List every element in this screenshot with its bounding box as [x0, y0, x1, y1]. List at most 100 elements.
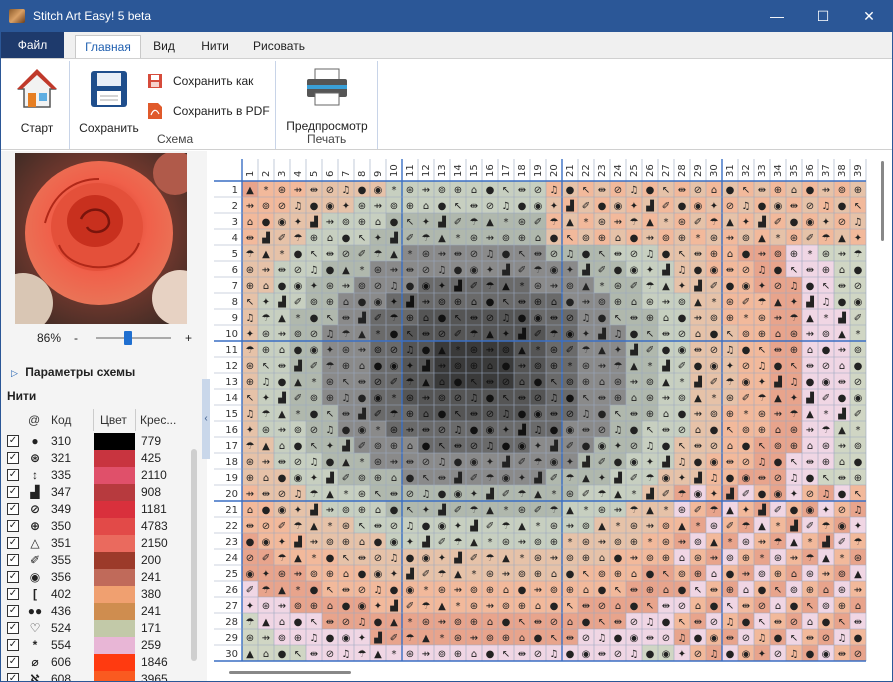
- thread-checkbox[interactable]: ✓: [7, 537, 19, 549]
- zoom-out-button[interactable]: -: [74, 331, 78, 345]
- column-code[interactable]: Код: [51, 413, 71, 427]
- stitch-symbol: ▲: [822, 553, 830, 564]
- close-button[interactable]: ✕: [846, 1, 892, 32]
- save-pdf-button[interactable]: Сохранить в PDF: [147, 103, 271, 121]
- thread-checkbox[interactable]: ✓: [7, 435, 19, 447]
- thread-cross-count: 425: [141, 451, 162, 465]
- row-number-label: 6: [232, 265, 238, 276]
- column-number-label: 22: [581, 164, 592, 177]
- thread-row[interactable]: ✓ ↕ 335 2110: [1, 467, 191, 484]
- save-label: Сохранить: [79, 121, 139, 135]
- thread-checkbox[interactable]: ✓: [7, 554, 19, 566]
- stitch-symbol: ⊛: [582, 361, 590, 372]
- stitch-symbol: ⊛: [470, 601, 478, 612]
- thread-color-swatch: [94, 501, 135, 518]
- start-button[interactable]: Старт: [9, 67, 65, 139]
- thread-row[interactable]: ✓ ♡ 524 171: [1, 620, 191, 637]
- maximize-button[interactable]: ☐: [800, 1, 846, 32]
- thread-checkbox[interactable]: ✓: [7, 503, 19, 515]
- stitch-symbol: ⊚: [838, 185, 846, 196]
- stitch-symbol: ●: [726, 281, 735, 292]
- column-color[interactable]: Цвет: [100, 413, 127, 427]
- tab-threads[interactable]: Нити: [191, 35, 239, 58]
- stitch-symbol: ●: [854, 265, 863, 276]
- column-number-label: 35: [789, 164, 800, 177]
- thread-row[interactable]: ✓ ⌀ 606 1846: [1, 654, 191, 671]
- stitch-grid[interactable]: ▲ * ⊛ ⇸ ⇹ ⊘ ♫ ● ◉ * ⊛ ⇸ ⊚ ⊕ ⌂ ● ↖ ⇹ ⊘ ♫ ● ↖ ⇹ ⊘ ♫ ● ↖ ⇹ ⊘ ⌂ ● ↖ ⇹ ⊕ ⌂ ● ⇸ ⊚ ⊕ ⇸…: [210, 151, 893, 682]
- stitch-symbol: ▲: [790, 537, 798, 548]
- source-image-preview: [15, 153, 187, 324]
- stitch-symbol: ☂: [454, 537, 463, 548]
- thread-row[interactable]: ✓ ⊘ 349 1181: [1, 501, 191, 518]
- stitch-symbol: ⊚: [294, 425, 302, 436]
- stitch-symbol: ♫: [582, 409, 591, 420]
- stitch-symbol: ⊛: [246, 457, 254, 468]
- stitch-symbol: ●: [758, 201, 767, 212]
- save-as-button[interactable]: Сохранить как: [147, 73, 267, 91]
- column-crosses[interactable]: Крес...: [140, 413, 176, 427]
- thread-checkbox[interactable]: ✓: [7, 639, 19, 651]
- stitch-symbol: ↖: [454, 201, 462, 212]
- tab-file[interactable]: Файл: [1, 32, 64, 58]
- thread-row[interactable]: ✓ ●● 436 241: [1, 603, 191, 620]
- stitch-symbol: ●: [326, 457, 335, 468]
- zoom-slider-track[interactable]: [96, 337, 171, 339]
- stitch-symbol: ●: [358, 393, 367, 404]
- stitch-symbol: ●: [374, 537, 383, 548]
- stitch-symbol: ⇹: [438, 473, 446, 484]
- thread-checkbox[interactable]: ✓: [7, 656, 19, 668]
- zoom-in-button[interactable]: +: [185, 331, 192, 345]
- save-button[interactable]: Сохранить: [75, 67, 143, 139]
- threads-scrollbar[interactable]: [191, 449, 197, 661]
- left-panel: 86% - + ▷ Параметры схемы Нити @ Код Цве…: [1, 151, 207, 681]
- row-number-label: 18: [225, 457, 238, 468]
- thread-row[interactable]: ✓ * 554 259: [1, 637, 191, 654]
- minimize-button[interactable]: —: [754, 1, 800, 32]
- thread-row[interactable]: ✓ △ 351 2150: [1, 535, 191, 552]
- stitch-symbol: ✐: [662, 201, 670, 212]
- thread-row[interactable]: ✓ ⊕ 350 4783: [1, 518, 191, 535]
- thread-row[interactable]: ✓ [402 380: [1, 586, 191, 603]
- stitch-symbol: ⊘: [374, 377, 382, 388]
- thread-checkbox[interactable]: ✓: [7, 571, 19, 583]
- canvas-horizontal-scrollbar[interactable]: [229, 671, 351, 674]
- thread-row[interactable]: ✓ ● 310 779: [1, 433, 191, 450]
- thread-checkbox[interactable]: ✓: [7, 452, 19, 464]
- canvas-vertical-scrollbar[interactable]: [881, 161, 884, 241]
- stitch-symbol: ♫: [822, 201, 831, 212]
- thread-checkbox[interactable]: ✓: [7, 673, 19, 681]
- stitch-symbol: ⌂: [695, 601, 701, 612]
- zoom-slider-thumb[interactable]: [124, 331, 132, 345]
- thread-checkbox[interactable]: ✓: [7, 605, 19, 617]
- column-number-label: 33: [757, 164, 768, 177]
- tab-draw[interactable]: Рисовать: [245, 35, 313, 58]
- thread-checkbox[interactable]: ✓: [7, 520, 19, 532]
- scheme-params-expander[interactable]: ▷ Параметры схемы: [11, 365, 135, 379]
- thread-row[interactable]: ✓ ⊛ 321 425: [1, 450, 191, 467]
- stitch-symbol: ⊚: [470, 585, 478, 596]
- stitch-symbol: ⊚: [838, 569, 846, 580]
- thread-row[interactable]: ✓ ✐ 355 200: [1, 552, 191, 569]
- thread-row[interactable]: ✓ ▟ 347 908: [1, 484, 191, 501]
- stitch-symbol: ▟: [517, 423, 526, 436]
- stitch-symbol: ♫: [438, 457, 447, 468]
- print-preview-button[interactable]: Предпросмотр: [281, 67, 373, 133]
- thread-checkbox[interactable]: ✓: [7, 588, 19, 600]
- thread-checkbox[interactable]: ✓: [7, 486, 19, 498]
- printer-icon: [307, 68, 347, 106]
- thread-symbol: ●●: [27, 604, 43, 618]
- stitch-symbol: ●: [374, 617, 383, 628]
- pattern-canvas[interactable]: ▲ * ⊛ ⇸ ⇹ ⊘ ♫ ● ◉ * ⊛ ⇸ ⊚ ⊕ ⌂ ● ↖ ⇹ ⊘ ♫ ● ↖ ⇹ ⊘ ♫ ● ↖ ⇹ ⊘ ⌂ ● ↖ ⇹ ⊕ ⌂ ● ⇸ ⊚ ⊕ ⇸…: [210, 151, 893, 682]
- column-symbol[interactable]: @: [28, 413, 40, 427]
- thread-checkbox[interactable]: ✓: [7, 469, 19, 481]
- stitch-symbol: ♫: [614, 425, 623, 436]
- tab-home[interactable]: Главная: [75, 35, 141, 58]
- thread-cross-count: 200: [141, 553, 162, 567]
- thread-row[interactable]: ✓ ◉ 356 241: [1, 569, 191, 586]
- panel-collapse-handle[interactable]: ‹: [202, 379, 210, 459]
- tab-view[interactable]: Вид: [143, 35, 185, 58]
- stitch-symbol: ⊚: [646, 553, 654, 564]
- stitch-symbol: ⊛: [422, 249, 430, 260]
- thread-row[interactable]: ✓ ℵ 608 3965: [1, 671, 191, 681]
- thread-checkbox[interactable]: ✓: [7, 622, 19, 634]
